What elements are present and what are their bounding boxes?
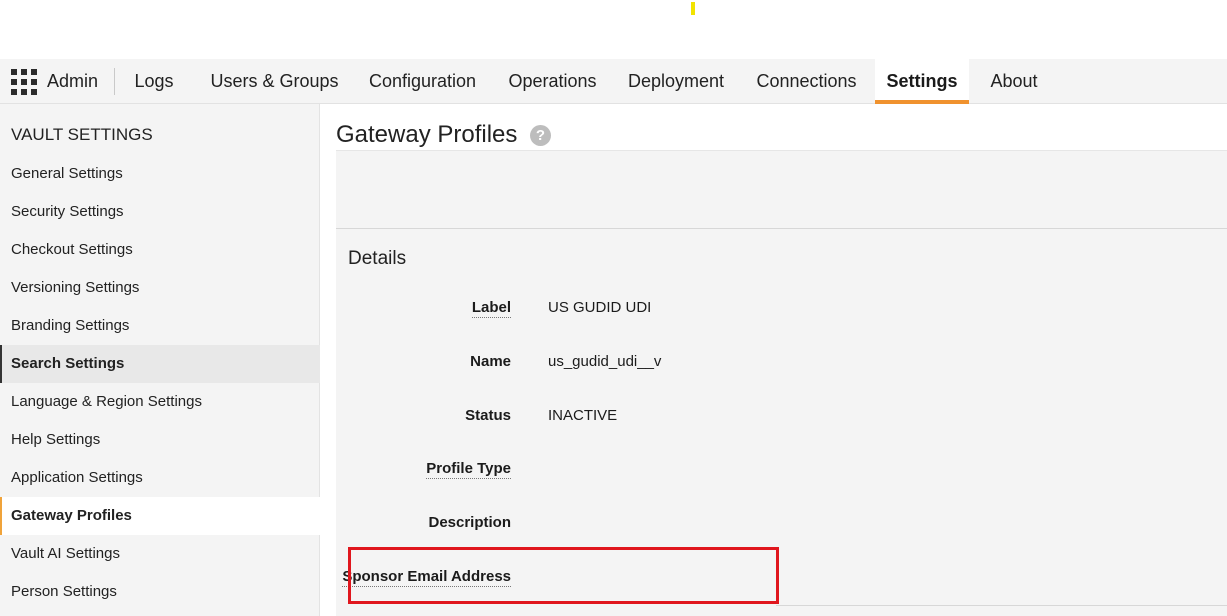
field-label-description: Description bbox=[428, 514, 511, 531]
tab-operations[interactable]: Operations bbox=[495, 59, 610, 104]
sidebar-item-person-settings[interactable]: Person Settings bbox=[0, 573, 320, 611]
sidebar-item-security-settings[interactable]: Security Settings bbox=[0, 193, 320, 231]
sidebar-item-branding-settings[interactable]: Branding Settings bbox=[0, 307, 320, 345]
nav-separator bbox=[114, 68, 115, 95]
admin-label[interactable]: Admin bbox=[47, 71, 98, 92]
details-section-title: Details bbox=[348, 248, 407, 269]
question-circle-icon[interactable]: ? bbox=[530, 125, 551, 146]
sidebar-item-help-settings[interactable]: Help Settings bbox=[0, 421, 320, 459]
app-grid-icon[interactable] bbox=[11, 69, 37, 95]
field-value-name: us_gudid_udi__v bbox=[548, 353, 662, 370]
sidebar-item-vault-ai-settings[interactable]: Vault AI Settings bbox=[0, 535, 320, 573]
tab-deployment[interactable]: Deployment bbox=[616, 59, 736, 104]
tab-configuration[interactable]: Configuration bbox=[356, 59, 489, 104]
sidebar-item-general-settings[interactable]: General Settings bbox=[0, 155, 320, 193]
sidebar-heading: VAULT SETTINGS bbox=[11, 125, 153, 144]
highlight-box bbox=[348, 547, 779, 604]
sidebar-item-gateway-profiles[interactable]: Gateway Profiles bbox=[0, 497, 320, 535]
yellow-marker bbox=[691, 2, 695, 15]
panel-bottom-divider bbox=[776, 605, 1227, 606]
page-title: Gateway Profiles bbox=[336, 121, 518, 148]
sidebar-item-search-settings[interactable]: Search Settings bbox=[0, 345, 320, 383]
sidebar-item-checkout-settings[interactable]: Checkout Settings bbox=[0, 231, 320, 269]
field-label-label: Label bbox=[471, 299, 511, 318]
tab-settings[interactable]: Settings bbox=[875, 59, 969, 104]
panel-divider bbox=[336, 228, 1227, 229]
field-value-label: US GUDID UDI bbox=[548, 299, 652, 316]
settings-sidebar: VAULT SETTINGS General Settings Security… bbox=[0, 104, 320, 616]
tab-logs[interactable]: Logs bbox=[120, 59, 188, 104]
tab-users-groups[interactable]: Users & Groups bbox=[199, 59, 350, 104]
top-navigation-bar: Admin Logs Users & Groups Configuration … bbox=[0, 59, 1227, 104]
sidebar-item-language-region-settings[interactable]: Language & Region Settings bbox=[0, 383, 320, 421]
sidebar-item-versioning-settings[interactable]: Versioning Settings bbox=[0, 269, 320, 307]
field-label-profile-type: Profile Type bbox=[426, 460, 511, 479]
field-label-status: Status bbox=[465, 407, 511, 424]
field-label-name: Name bbox=[470, 353, 511, 370]
tab-connections[interactable]: Connections bbox=[742, 59, 871, 104]
sidebar-item-application-settings[interactable]: Application Settings bbox=[0, 459, 320, 497]
tab-about[interactable]: About bbox=[976, 59, 1052, 104]
field-value-status: INACTIVE bbox=[548, 407, 618, 424]
